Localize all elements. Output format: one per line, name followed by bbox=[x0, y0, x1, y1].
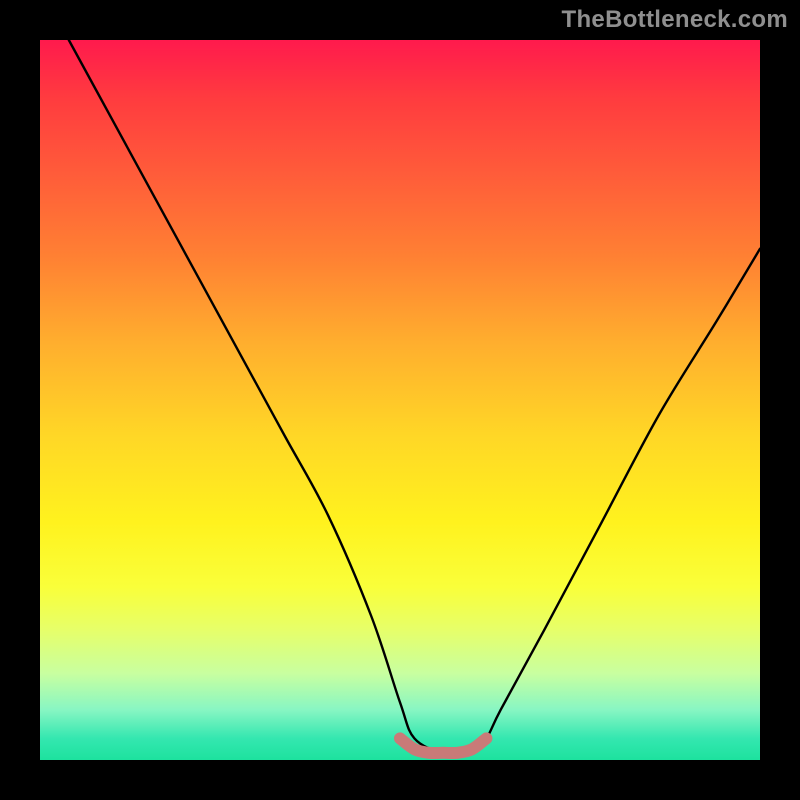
curve-svg bbox=[40, 40, 760, 760]
plot-area bbox=[40, 40, 760, 760]
watermark-text: TheBottleneck.com bbox=[562, 6, 788, 34]
plateau-highlight bbox=[400, 738, 486, 753]
chart-frame: TheBottleneck.com bbox=[0, 0, 800, 800]
bottleneck-curve bbox=[69, 40, 760, 755]
